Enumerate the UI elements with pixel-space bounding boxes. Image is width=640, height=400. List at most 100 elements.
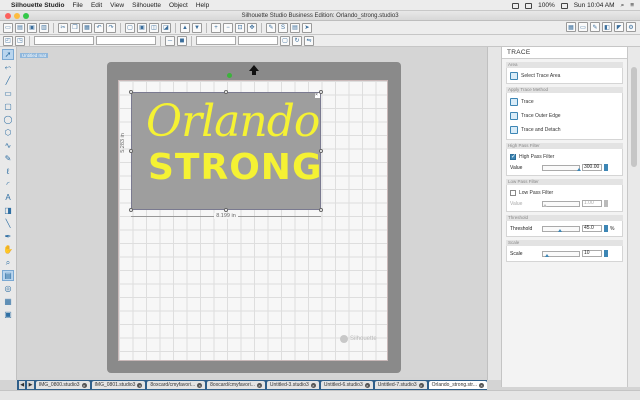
document-tab[interactable]: Untitled-6.studio3 ×	[320, 381, 373, 389]
zoom-fit-icon[interactable]: ⊡	[235, 22, 245, 33]
copy-icon[interactable]: ❐	[70, 22, 80, 33]
open-file-icon[interactable]: ▤	[15, 22, 25, 33]
document-tab[interactable]: Orlando_strong.str... ×	[428, 381, 487, 389]
tabs-scroll-left-icon[interactable]: ◀	[19, 381, 26, 389]
pan-icon[interactable]: ✥	[247, 22, 257, 33]
zoom-out-icon[interactable]: −	[223, 22, 233, 33]
ellipse-tool-icon[interactable]: ◯	[2, 114, 14, 125]
eyedropper-tool-icon[interactable]: ✒	[2, 231, 14, 242]
toolbar-field-3[interactable]	[196, 36, 236, 45]
slider-knob[interactable]	[577, 167, 581, 171]
menu-view[interactable]: View	[110, 2, 124, 9]
new-file-icon[interactable]: ▭	[3, 22, 13, 33]
store-icon[interactable]: S	[278, 22, 288, 33]
design-view-icon[interactable]: ✎	[266, 22, 276, 33]
document-tab[interactable]: 8oxcard/cmyfavori... ×	[207, 381, 265, 389]
document-tab[interactable]: IMG_0801.studio3 ×	[91, 381, 146, 389]
select-tool-icon[interactable]: ➚	[2, 49, 14, 60]
resize-handle[interactable]	[319, 149, 323, 153]
battery-percent[interactable]: 100%	[538, 2, 555, 9]
resize-handle[interactable]	[129, 149, 133, 153]
toolbar-field-4[interactable]	[238, 36, 278, 45]
threshold-input[interactable]: 45.0	[582, 225, 602, 232]
scrollbar-thumb[interactable]	[631, 67, 637, 167]
rotate-handle[interactable]	[227, 73, 232, 78]
mirror-icon[interactable]: ⇋	[304, 35, 314, 46]
select-trace-area-button[interactable]: Select Trace Area	[510, 70, 619, 81]
save-icon[interactable]: ▣	[27, 22, 37, 33]
close-window-icon[interactable]	[5, 13, 11, 19]
minimize-window-icon[interactable]	[14, 13, 20, 19]
edit-points-tool-icon[interactable]: ⬿	[2, 62, 14, 73]
smooth-tool-icon[interactable]: ℓ	[2, 166, 14, 177]
close-tab-icon[interactable]: ×	[81, 382, 87, 388]
paste-icon[interactable]: ▦	[82, 22, 92, 33]
library-icon[interactable]: ▤	[290, 22, 300, 33]
arc-tool-icon[interactable]: ◜	[2, 179, 14, 190]
low-pass-slider[interactable]	[542, 200, 580, 207]
store-tool-icon[interactable]: ◎	[2, 283, 14, 294]
select-mode-icon[interactable]: ◰	[3, 35, 13, 46]
undo-icon[interactable]: ↶	[94, 22, 104, 33]
low-pass-stepper[interactable]	[604, 200, 608, 207]
print-icon[interactable]: ▥	[39, 22, 49, 33]
slider-knob[interactable]	[545, 253, 549, 257]
eraser-tool-icon[interactable]: ◨	[2, 205, 14, 216]
text-tool-icon[interactable]: A	[2, 192, 14, 203]
point-edit-icon[interactable]: ◳	[15, 35, 25, 46]
document-tab[interactable]: Untitled-3.studio3 ×	[266, 381, 319, 389]
eraser-icon[interactable]: ◧	[602, 22, 612, 32]
rounded-rect-tool-icon[interactable]: ▢	[2, 101, 14, 112]
trace-and-detach-button[interactable]: Trace and Detach	[510, 123, 619, 137]
knife-tool-icon[interactable]: ╲	[2, 218, 14, 229]
sketch-panel-icon[interactable]: ▣	[2, 309, 14, 320]
resize-handle[interactable]	[319, 90, 323, 94]
zoom-tool-icon[interactable]: ⌕	[2, 257, 14, 268]
knife-icon[interactable]: ◤	[614, 22, 624, 32]
spotlight-icon[interactable]: ⌕	[621, 2, 625, 10]
tabs-scroll-right-icon[interactable]: ▶	[27, 381, 34, 389]
resize-handle[interactable]	[224, 208, 228, 212]
resize-handle[interactable]	[129, 208, 133, 212]
scale-input[interactable]: 10	[582, 250, 602, 257]
sketch-icon[interactable]: ✎	[590, 22, 600, 32]
bring-front-icon[interactable]: ▲	[180, 22, 190, 33]
low-pass-checkbox[interactable]	[510, 189, 516, 196]
panel-scrollbar[interactable]	[627, 47, 640, 387]
group-icon[interactable]: ▢	[125, 22, 135, 33]
trace-button[interactable]: Trace	[510, 95, 619, 109]
wifi-icon[interactable]	[525, 2, 533, 9]
document-tab[interactable]: IMG_0800.studio3 ×	[35, 381, 90, 389]
close-tab-icon[interactable]: ×	[478, 382, 484, 388]
page-setup-icon[interactable]: ▭	[578, 22, 588, 32]
threshold-slider[interactable]	[542, 225, 580, 232]
line-style-icon[interactable]: ─	[165, 35, 175, 46]
menu-clock[interactable]: Sun 10:04 AM	[574, 2, 615, 9]
menu-help[interactable]: Help	[196, 2, 209, 9]
slider-knob[interactable]	[558, 228, 562, 232]
trace-outer-edge-button[interactable]: Trace Outer Edge	[510, 109, 619, 123]
rotate-icon[interactable]: ↻	[292, 35, 302, 46]
close-tab-icon[interactable]: ×	[256, 382, 262, 388]
scale-slider[interactable]	[542, 250, 580, 257]
menu-silhouette[interactable]: Silhouette	[132, 2, 161, 9]
library-tool-icon[interactable]: ▤	[2, 270, 14, 281]
resize-handle[interactable]	[319, 208, 323, 212]
curve-tool-icon[interactable]: ∿	[2, 140, 14, 151]
send-icon[interactable]: ➤	[302, 22, 312, 33]
zoom-window-icon[interactable]	[23, 13, 29, 19]
release-path-icon[interactable]: ◪	[161, 22, 171, 33]
toolbar-field-1[interactable]	[34, 36, 94, 45]
menu-list-icon[interactable]: ≡	[630, 2, 634, 9]
low-pass-value-input[interactable]: 1.00	[582, 200, 602, 207]
fill-icon[interactable]: ◼	[177, 35, 187, 46]
redo-icon[interactable]: ↷	[106, 22, 116, 33]
rectangle-tool-icon[interactable]: ▭	[2, 88, 14, 99]
close-tab-icon[interactable]: ×	[418, 382, 424, 388]
compound-path-icon[interactable]: ◫	[149, 22, 159, 33]
lock-icon[interactable]: ▢	[280, 35, 290, 46]
dropbox-icon[interactable]	[512, 2, 520, 9]
grid-icon[interactable]: ▦	[566, 22, 576, 32]
menu-app-name[interactable]: Silhouette Studio	[11, 2, 64, 9]
line-tool-icon[interactable]: ╱	[2, 75, 14, 86]
